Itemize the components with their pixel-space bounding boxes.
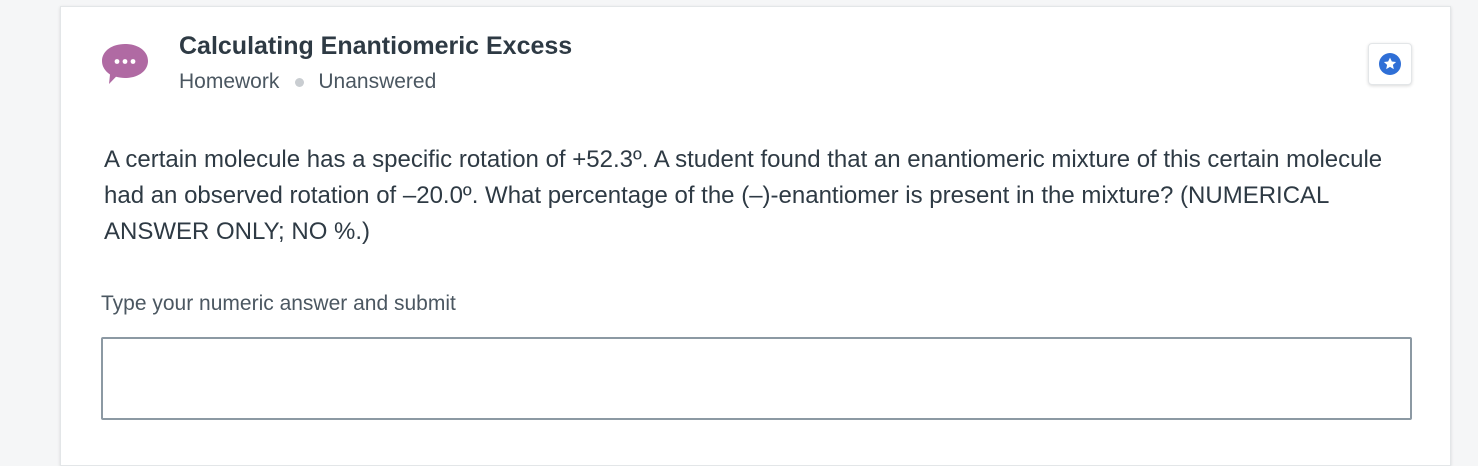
question-card: Calculating Enantiomeric Excess Homework… xyxy=(60,6,1451,466)
numeric-answer-input[interactable] xyxy=(101,337,1412,420)
separator-dot xyxy=(295,77,305,87)
favorite-button[interactable] xyxy=(1368,43,1412,85)
star-icon xyxy=(1379,53,1401,75)
answer-prompt: Type your numeric answer and submit xyxy=(101,292,456,315)
status-label: Unanswered xyxy=(318,70,437,93)
question-title: Calculating Enantiomeric Excess xyxy=(179,32,573,60)
category-label: Homework xyxy=(179,70,280,93)
chat-bubble-ellipsis-icon xyxy=(100,41,150,87)
question-text: A certain molecule has a specific rotati… xyxy=(104,146,1383,245)
question-meta: Homework Unanswered xyxy=(179,69,436,95)
